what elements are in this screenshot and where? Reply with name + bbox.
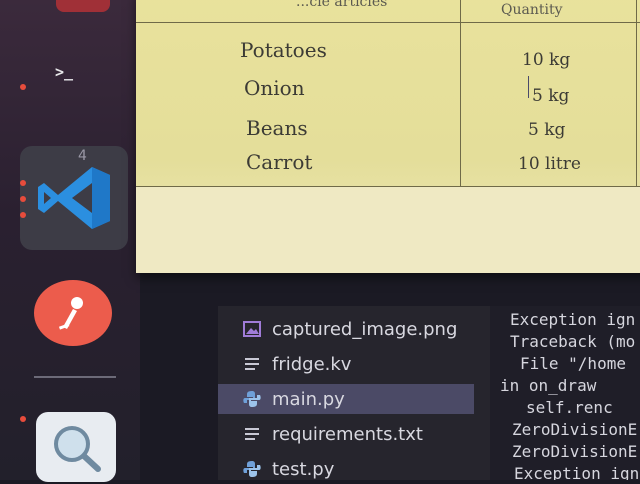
magnifier-icon [54, 426, 101, 472]
vscode-badge: 4 [78, 148, 87, 164]
python-file-icon [242, 389, 262, 409]
table-cell-item: Potatoes [240, 38, 327, 62]
file-item-selected[interactable]: main.py [218, 384, 474, 414]
app-dock: >_ 4 [0, 0, 140, 482]
running-indicator [20, 180, 26, 186]
terminal-prompt-glyph: >_ [54, 63, 74, 81]
terminal-line: in on_draw [500, 376, 597, 395]
table-cell-quantity: 10 litre [518, 154, 581, 174]
terminal-line: Exception ign [510, 310, 636, 329]
postman-app-icon[interactable] [34, 280, 112, 346]
image-file-icon [242, 319, 262, 339]
captured-image-view: ...cle articles Quantity Potatoes Onion … [136, 0, 640, 273]
python-file-icon [242, 459, 262, 479]
vscode-logo-icon [38, 167, 110, 229]
terminal-line: ZeroDivisionE [512, 442, 638, 461]
running-indicator [20, 84, 26, 90]
table-column-line [636, 0, 637, 186]
file-name: requirements.txt [272, 423, 423, 445]
postman-astronaut-icon [58, 297, 83, 330]
table-header-line [136, 22, 640, 23]
table-header-articles: ...cle articles [296, 0, 388, 10]
file-item[interactable]: fridge.kv [218, 349, 474, 379]
terminal-line: ZeroDivisionE [512, 420, 638, 439]
terminal-output-panel[interactable]: Exception ign Traceback (mo File "/home … [490, 306, 640, 480]
file-name: main.py [272, 388, 345, 410]
terminal-line: Traceback (mo [510, 332, 636, 351]
table-cell-quantity: 10 kg [522, 50, 571, 70]
running-indicator [20, 196, 26, 202]
table-cell-item: Carrot [246, 150, 313, 174]
file-item[interactable]: requirements.txt [218, 419, 474, 449]
mouse-text-cursor [528, 76, 529, 98]
terminal-line: Exception ign [514, 464, 640, 480]
running-indicator [20, 212, 26, 218]
terminal-app-icon[interactable]: >_ [34, 52, 94, 92]
table-cell-item: Beans [246, 116, 308, 140]
table-cell-quantity: 5 kg [532, 86, 570, 106]
file-item[interactable]: captured_image.png [218, 314, 474, 344]
vscode-app-icon[interactable]: 4 [20, 146, 128, 250]
search-app-icon[interactable] [36, 412, 116, 482]
dock-separator [34, 376, 116, 378]
file-name: test.py [272, 458, 335, 480]
terminal-line: self.renc [526, 398, 613, 417]
table-header-quantity: Quantity [501, 2, 563, 18]
app-icon-partial[interactable] [56, 0, 110, 12]
running-indicator [20, 416, 26, 422]
file-explorer: captured_image.png fridge.kv main.py req… [218, 306, 490, 480]
file-name: captured_image.png [272, 318, 458, 340]
text-file-icon [242, 354, 262, 374]
table-cell-item: Onion [244, 76, 305, 100]
file-name: fridge.kv [272, 353, 352, 375]
table-empty-area [136, 186, 640, 273]
terminal-line: File "/home [520, 354, 626, 373]
table-cell-quantity: 5 kg [528, 120, 566, 140]
text-file-icon [242, 424, 262, 444]
table-column-line [460, 0, 461, 186]
